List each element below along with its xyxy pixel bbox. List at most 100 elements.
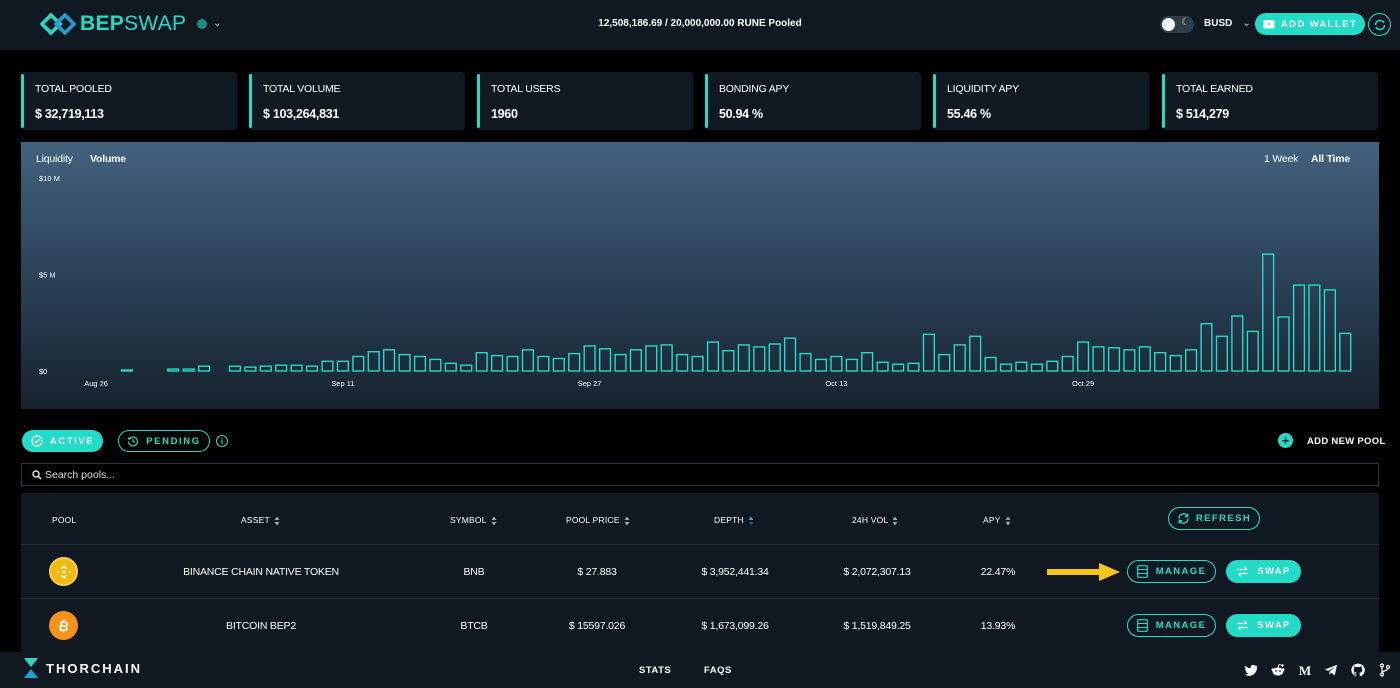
volume-bar[interactable] [922,333,936,372]
manage-button[interactable]: MANAGE [1127,614,1216,637]
volume-bar[interactable] [290,364,303,372]
footer-link-faqs[interactable]: FAQS [704,665,732,676]
sync-button[interactable] [1368,13,1391,36]
volume-bar[interactable] [1339,332,1352,372]
volume-bar[interactable] [1154,351,1167,372]
volume-bar[interactable] [691,355,704,372]
volume-bar[interactable] [892,363,905,372]
git-branch-icon[interactable] [1377,662,1392,677]
volume-bar[interactable] [706,341,720,372]
volume-bar[interactable] [275,364,288,372]
volume-bar[interactable] [460,364,473,372]
volume-bar[interactable] [830,355,843,372]
telegram-icon[interactable] [1323,662,1338,677]
volume-bar[interactable] [1061,355,1074,372]
reddit-icon[interactable] [1270,662,1285,677]
volume-bar[interactable] [475,351,488,372]
volume-bar[interactable] [413,355,427,372]
volume-bar[interactable] [491,354,504,372]
column-header-asset[interactable]: ASSET [241,515,280,526]
swap-button[interactable]: SWAP [1226,614,1301,637]
volume-bar[interactable] [521,349,535,372]
volume-bar[interactable] [1046,360,1059,372]
volume-bar[interactable] [660,344,673,372]
add-new-pool-link[interactable]: ADD NEW POOL [1307,436,1386,447]
volume-bar[interactable] [506,355,519,372]
volume-bar[interactable] [120,369,134,372]
volume-bar[interactable] [876,361,889,372]
volume-bar[interactable] [1169,354,1182,372]
volume-bar[interactable] [599,348,612,372]
thorchain-logo[interactable]: THORCHAIN [22,657,142,679]
volume-bar[interactable] [629,349,643,372]
add-wallet-button[interactable]: ADD WALLET [1255,13,1365,35]
volume-bar[interactable] [861,351,874,372]
column-header-symbol[interactable]: SYMBOL [450,515,497,526]
volume-bar[interactable] [1323,289,1337,372]
volume-bar[interactable] [197,365,211,372]
volume-bar[interactable] [1138,346,1151,372]
volume-bar[interactable] [938,353,951,372]
volume-bar[interactable] [1292,284,1306,372]
volume-bar[interactable] [1277,316,1290,372]
column-header-24h-vol[interactable]: 24H VOL [852,515,898,526]
volume-bar[interactable] [814,358,828,372]
volume-bar[interactable] [568,352,581,372]
volume-bar[interactable] [429,358,442,372]
info-icon[interactable]: i [216,435,228,447]
volume-bar[interactable] [737,344,750,372]
volume-bar[interactable] [182,368,195,372]
chart-tab-liquidity[interactable]: Liquidity [36,153,73,165]
volume-bar[interactable] [722,349,735,372]
volume-bar[interactable] [969,335,982,372]
volume-bar[interactable] [367,350,380,372]
volume-bar[interactable] [259,365,272,372]
column-header-depth[interactable]: DEPTH [714,515,754,526]
volume-bar[interactable] [953,344,966,372]
volume-bar[interactable] [999,363,1013,372]
volume-bar[interactable] [645,345,658,372]
volume-bar[interactable] [768,343,781,372]
chart-range-all-time[interactable]: All Time [1311,153,1350,165]
twitter-icon[interactable] [1243,662,1258,677]
refresh-button[interactable]: REFRESH [1168,507,1260,530]
pending-pools-tab[interactable]: PENDING [118,430,210,452]
volume-bar[interactable] [1215,335,1229,372]
volume-bar[interactable] [907,362,920,372]
volume-bar[interactable] [799,352,812,372]
volume-bar[interactable] [1030,363,1044,372]
volume-bar[interactable] [1092,346,1105,372]
volume-bar[interactable] [398,353,411,372]
volume-bar[interactable] [1246,330,1259,372]
theme-toggle[interactable]: ☾ [1160,16,1194,33]
medium-icon[interactable]: M [1297,662,1312,677]
active-pools-tab[interactable]: ACTIVE [22,430,103,452]
volume-bar[interactable] [1015,361,1028,372]
volume-bar[interactable] [228,365,242,372]
volume-bar[interactable] [1076,341,1090,372]
volume-bar[interactable] [676,353,689,372]
volume-bar[interactable] [614,353,627,372]
column-header-apy[interactable]: APY [983,515,1011,526]
volume-bar[interactable] [336,360,350,372]
chart-range-1-week[interactable]: 1 Week [1264,153,1298,165]
volume-bar[interactable] [167,368,180,372]
volume-bar[interactable] [444,362,457,372]
github-icon[interactable] [1350,662,1365,677]
add-pool-icon[interactable]: + [1278,433,1293,448]
volume-bar[interactable] [753,346,766,372]
volume-bar[interactable] [1107,347,1121,372]
volume-bar[interactable] [305,365,319,372]
volume-bar[interactable] [1123,349,1136,372]
volume-bar[interactable] [321,360,334,372]
swap-button[interactable]: SWAP [1226,560,1301,583]
volume-bar[interactable] [984,356,997,372]
volume-bar[interactable] [1262,253,1275,372]
volume-bar[interactable] [845,358,858,372]
volume-bar[interactable] [583,345,596,372]
search-input[interactable] [45,468,1345,481]
volume-bar[interactable] [1184,349,1198,372]
currency-selector[interactable]: BUSD ⌄ [1204,18,1251,29]
chart-tab-volume[interactable]: Volume [90,153,126,165]
volume-bar[interactable] [1231,315,1244,372]
